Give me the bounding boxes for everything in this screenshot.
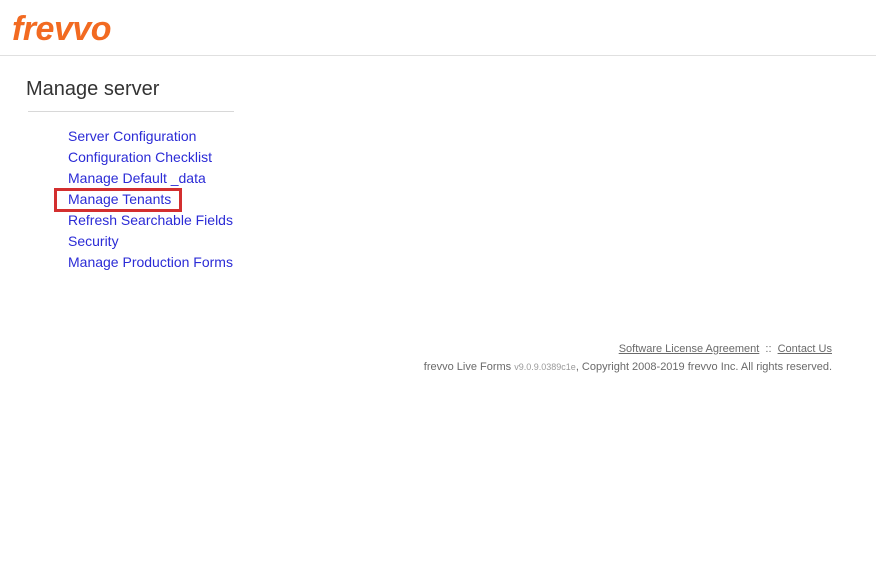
menu-item-manage-default-data[interactable]: Manage Default _data [68,168,876,189]
footer: Software License Agreement :: Contact Us… [424,340,832,376]
menu-item-manage-production-forms[interactable]: Manage Production Forms [68,252,876,273]
menu-link[interactable]: Manage Tenants [68,191,171,207]
menu-item-manage-tenants[interactable]: Manage Tenants [68,189,876,210]
title-divider [28,111,234,112]
license-agreement-link[interactable]: Software License Agreement [619,343,760,355]
content-area: Manage server Server Configuration Confi… [0,56,876,273]
footer-copyright-line: frevvo Live Forms v9.0.9.0389c1e, Copyri… [424,358,832,376]
menu-item-security[interactable]: Security [68,231,876,252]
menu-link[interactable]: Server Configuration [68,128,196,144]
menu-item-configuration-checklist[interactable]: Configuration Checklist [68,147,876,168]
header: frevvo [0,0,876,56]
footer-links: Software License Agreement :: Contact Us [424,340,832,358]
footer-separator: :: [765,343,771,355]
menu-item-refresh-searchable-fields[interactable]: Refresh Searchable Fields [68,210,876,231]
menu-link[interactable]: Manage Production Forms [68,254,233,270]
page-title: Manage server [26,78,876,101]
menu-link[interactable]: Configuration Checklist [68,149,212,165]
menu-link[interactable]: Security [68,233,119,249]
copyright-text: , Copyright 2008-2019 frevvo Inc. All ri… [576,361,832,373]
product-version: v9.0.9.0389c1e [514,362,576,372]
menu-link[interactable]: Manage Default _data [68,170,206,186]
product-name: frevvo Live Forms [424,361,511,373]
contact-us-link[interactable]: Contact Us [778,343,832,355]
logo: frevvo [12,10,111,48]
manage-server-menu: Server Configuration Configuration Check… [26,126,876,273]
menu-link[interactable]: Refresh Searchable Fields [68,212,233,228]
menu-item-server-configuration[interactable]: Server Configuration [68,126,876,147]
